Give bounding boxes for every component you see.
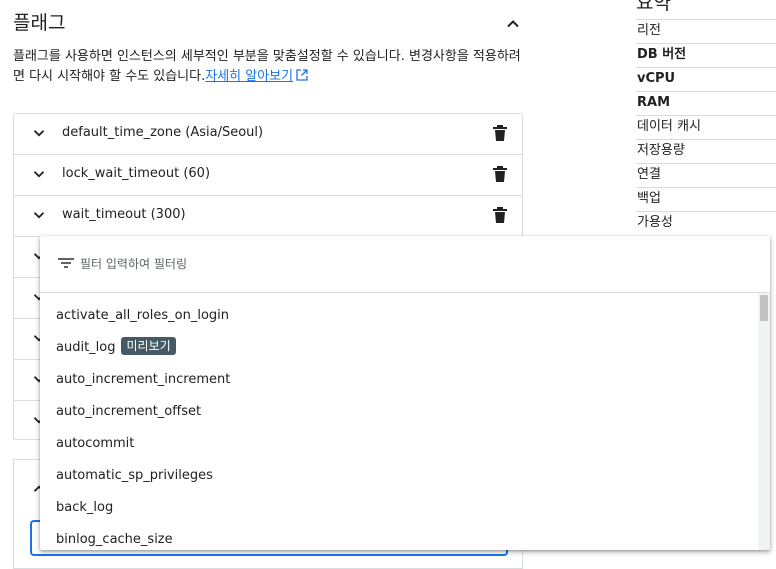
summary-row-region: 리전 [636, 19, 776, 43]
list-item[interactable]: back_log [56, 492, 113, 524]
chevron-down-icon[interactable] [30, 124, 48, 142]
chevron-down-icon[interactable] [30, 165, 48, 183]
summary-heading: 요약 [636, 0, 671, 14]
list-item[interactable]: automatic_sp_privileges [56, 460, 213, 492]
delete-icon[interactable] [492, 165, 508, 183]
list-item[interactable]: auto_increment_increment [56, 364, 230, 396]
option-label: activate_all_roles_on_login [56, 308, 230, 323]
flag-row[interactable]: lock_wait_timeout (60) [14, 155, 522, 196]
flag-label: default_time_zone (Asia/Seoul) [62, 125, 264, 140]
list-item[interactable]: binlog_cache_size [56, 524, 173, 550]
list-item[interactable]: auto_increment_offset [56, 396, 201, 428]
flag-row[interactable]: wait_timeout (300) [14, 196, 522, 237]
flags-section-title: 플래그 [13, 12, 66, 34]
summary-row-connections: 연결 [636, 163, 776, 187]
summary-row-vcpu: vCPU [636, 67, 776, 91]
dropdown-scrollbar[interactable] [758, 293, 770, 550]
summary-row-ram: RAM [636, 91, 776, 115]
list-item[interactable]: activate_all_roles_on_login [56, 300, 229, 332]
scrollbar-thumb[interactable] [760, 295, 768, 321]
flag-row[interactable]: default_time_zone (Asia/Seoul) [14, 114, 522, 155]
filter-bar [40, 236, 770, 293]
option-label: automatic_sp_privileges [56, 468, 213, 483]
summary-row-backup: 백업 [636, 187, 776, 211]
option-label: autocommit [56, 436, 135, 451]
summary-row-availability: 가용성 [636, 211, 776, 235]
list-item[interactable]: autocommit [56, 428, 134, 460]
option-label: audit_log [56, 340, 116, 355]
flag-label: lock_wait_timeout (60) [62, 166, 211, 181]
option-list: activate_all_roles_on_login audit_log 미리보… [40, 300, 758, 550]
chevron-up-icon[interactable] [503, 14, 523, 34]
delete-icon[interactable] [492, 124, 508, 142]
option-label: auto_increment_offset [56, 404, 202, 419]
flag-options-dropdown: activate_all_roles_on_login audit_log 미리보… [40, 236, 770, 550]
filter-icon [58, 258, 74, 268]
flag-label: wait_timeout (300) [62, 207, 186, 222]
option-label: binlog_cache_size [56, 532, 173, 547]
delete-icon[interactable] [492, 206, 508, 224]
summary-row-data-cache: 데이터 캐시 [636, 115, 776, 139]
chevron-down-icon[interactable] [30, 206, 48, 224]
option-label: back_log [56, 500, 114, 515]
external-link-icon [296, 69, 308, 81]
summary-row-db-version: DB 버전 [636, 43, 776, 67]
summary-row-storage: 저장용량 [636, 139, 776, 163]
list-item[interactable]: audit_log 미리보기 [56, 332, 176, 364]
learn-more-link[interactable]: 자세히 알아보기 [205, 69, 293, 84]
flags-description: 플래그를 사용하면 인스턴스의 세부적인 부분을 맞춤설정할 수 있습니다. 변… [13, 47, 523, 87]
option-label: auto_increment_increment [56, 372, 231, 387]
preview-badge: 미리보기 [121, 337, 176, 355]
filter-input[interactable] [78, 253, 482, 275]
